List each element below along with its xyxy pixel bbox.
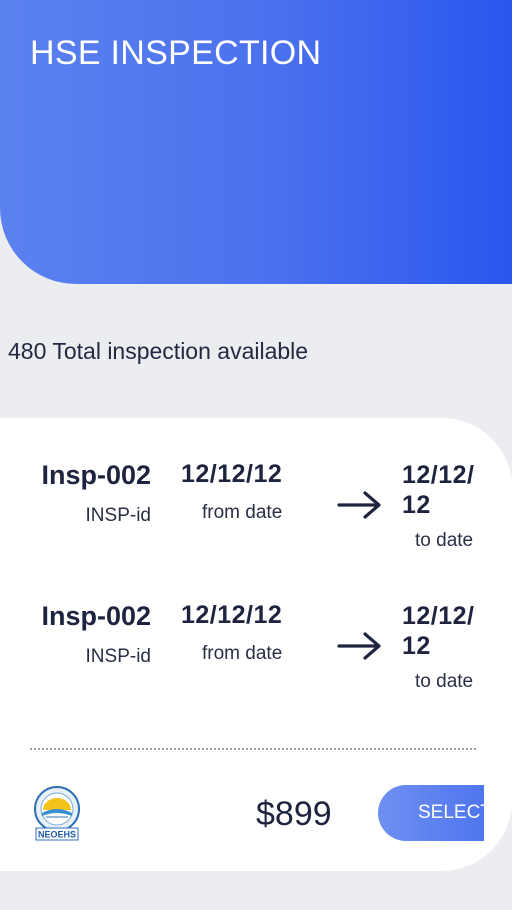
from-date-label: from date bbox=[202, 643, 283, 664]
page-title: HSE INSPECTION bbox=[30, 34, 322, 72]
dotted-divider bbox=[30, 748, 476, 750]
header-banner: HSE INSPECTION bbox=[0, 0, 512, 284]
from-date-value: 12/12/12 bbox=[181, 460, 283, 488]
select-button[interactable]: SELECT bbox=[378, 785, 484, 841]
inspection-id: Insp-002 bbox=[41, 460, 151, 490]
to-date-value: 12/12/12 bbox=[402, 602, 475, 660]
to-date-label: to date bbox=[415, 671, 474, 692]
inspection-id: Insp-002 bbox=[41, 601, 151, 631]
from-date-value: 12/12/12 bbox=[181, 601, 283, 629]
arrow-right-icon bbox=[337, 632, 381, 660]
price-value: $899 bbox=[256, 795, 332, 833]
logo-text: NEOEHS bbox=[38, 830, 76, 840]
arrow-right-icon bbox=[337, 491, 381, 519]
inspection-row[interactable]: Insp-002 INSP-id 12/12/12 from date 12/1… bbox=[0, 601, 512, 721]
to-date-value: 12/12/12 bbox=[402, 461, 475, 519]
inspection-card: Insp-002 INSP-id 12/12/12 from date 12/1… bbox=[0, 418, 512, 871]
inspection-row[interactable]: Insp-002 INSP-id 12/12/12 from date 12/1… bbox=[0, 460, 512, 580]
from-date-label: from date bbox=[202, 502, 283, 523]
neo-ehs-logo-icon: NEOEHS bbox=[34, 786, 80, 841]
inspection-id-label: INSP-id bbox=[85, 646, 151, 667]
inspection-count-text: 480 Total inspection available bbox=[8, 338, 309, 364]
select-button-label: SELECT bbox=[418, 802, 484, 823]
to-date-label: to date bbox=[415, 530, 474, 551]
inspection-id-label: INSP-id bbox=[85, 505, 151, 526]
